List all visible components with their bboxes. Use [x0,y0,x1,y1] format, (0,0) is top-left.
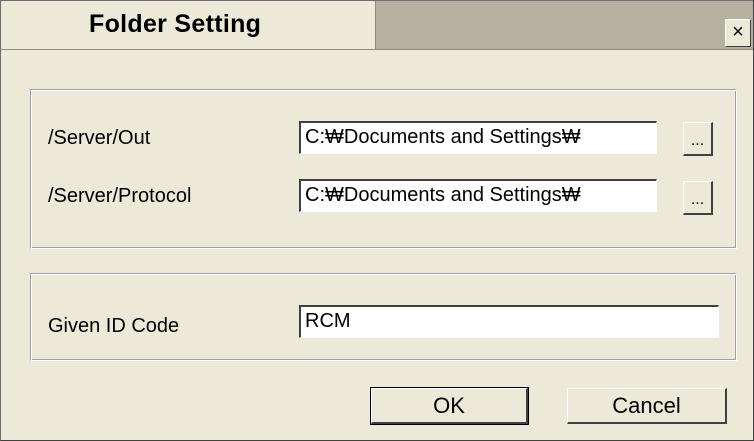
title-tab: Folder Setting [1,1,376,49]
given-id-code-label: Given ID Code [48,315,180,337]
dialog-title: Folder Setting [89,10,262,38]
folder-setting-dialog: Folder Setting × /Server/Out C:₩Document… [0,0,754,441]
given-id-code-field[interactable]: RCM [299,305,719,338]
server-out-label: /Server/Out [48,127,151,149]
close-icon: × [732,21,744,43]
server-out-path-field[interactable]: C:₩Documents and Settings₩ [299,121,657,154]
server-out-browse-button[interactable]: ... [683,122,713,156]
folder-paths-group [30,89,737,249]
server-protocol-path-field[interactable]: C:₩Documents and Settings₩ [299,179,657,212]
title-bar: Folder Setting × [1,1,753,50]
cancel-button[interactable]: Cancel [567,388,727,424]
server-protocol-browse-button[interactable]: ... [683,181,713,215]
close-button[interactable]: × [725,19,751,47]
server-protocol-label: /Server/Protocol [48,185,192,207]
ok-button[interactable]: OK [370,387,529,425]
